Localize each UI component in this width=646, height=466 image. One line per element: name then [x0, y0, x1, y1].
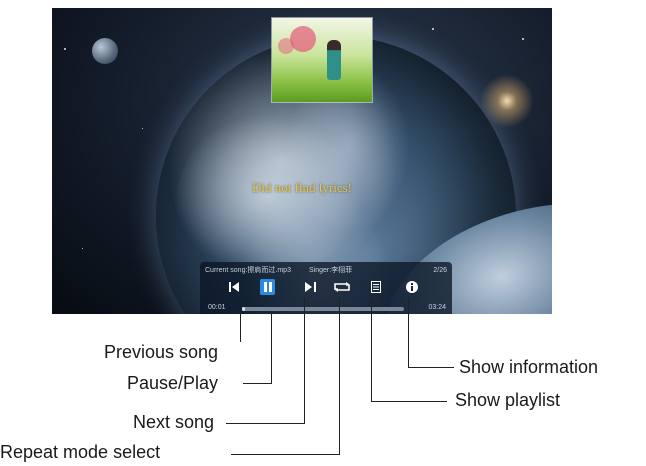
repeat-mode-button[interactable]: [332, 279, 352, 295]
progress-fill: [242, 307, 245, 311]
callout-next-song: Next song: [133, 412, 215, 432]
previous-button[interactable]: [224, 279, 244, 295]
moon-decoration: [92, 38, 118, 64]
pause-icon: [263, 282, 272, 292]
sun-glow: [480, 74, 534, 128]
current-time: 00:01: [208, 304, 226, 311]
callout-previous-song: Previous song: [104, 342, 219, 362]
playlist-button[interactable]: [366, 279, 386, 295]
playlist-icon: [371, 281, 381, 293]
callout-show-playlist: Show playlist: [455, 390, 561, 410]
callout-repeat-mode: Repeat mode select: [0, 442, 161, 462]
progress-bar[interactable]: [242, 307, 404, 311]
media-player-screen: Did not find lyrics! Current song:擦肩而过.m…: [52, 8, 552, 314]
track-info-row: Current song:擦肩而过.mp3 Singer:李栩菲 2/26: [205, 264, 447, 278]
info-button[interactable]: [402, 279, 422, 295]
player-control-bar: Current song:擦肩而过.mp3 Singer:李栩菲 2/26 00…: [200, 262, 452, 314]
info-icon: [406, 281, 418, 293]
callout-show-information: Show information: [459, 357, 599, 377]
next-icon: [304, 282, 316, 292]
previous-icon: [228, 282, 239, 292]
current-song-label: Current song:擦肩而过.mp3: [205, 267, 291, 274]
track-count: 2/26: [433, 267, 447, 274]
callout-pause-play: Pause/Play: [127, 373, 219, 393]
singer-label: Singer:李栩菲: [309, 267, 353, 274]
total-time: 03:24: [428, 304, 446, 311]
repeat-icon: [334, 282, 350, 292]
pause-play-button[interactable]: [260, 279, 275, 295]
next-button[interactable]: [300, 279, 320, 295]
lyrics-text: Did not find lyrics!: [251, 180, 352, 195]
album-art: [272, 18, 372, 102]
